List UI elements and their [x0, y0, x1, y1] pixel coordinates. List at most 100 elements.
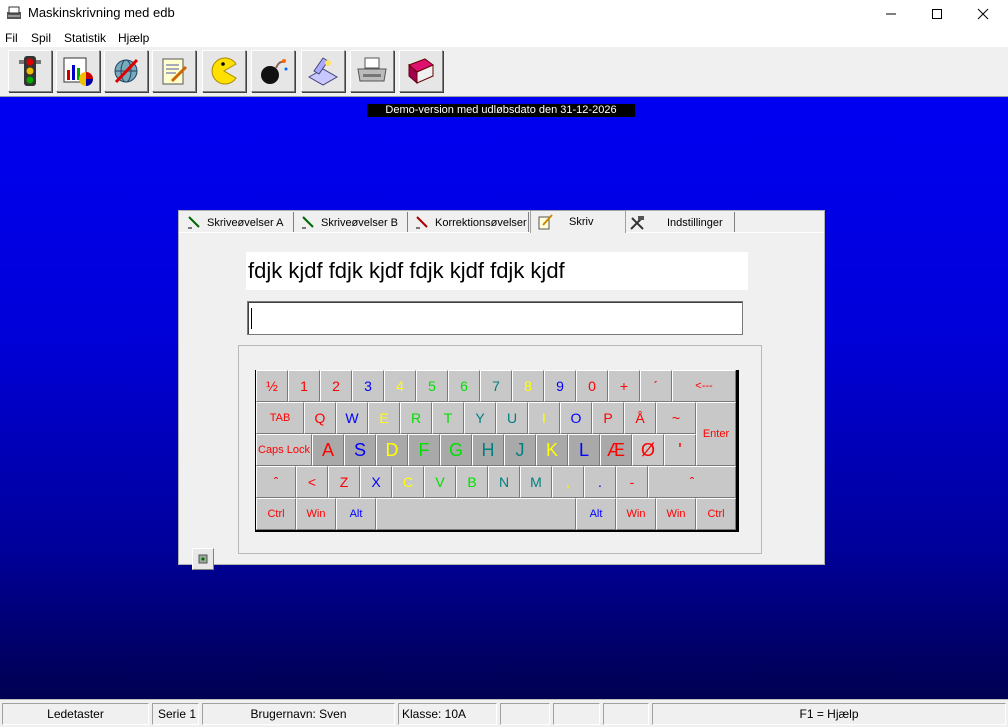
toolbar — [0, 47, 1008, 97]
key-n[interactable]: N — [488, 466, 520, 498]
key-å[interactable]: Å — [624, 402, 656, 434]
key-e[interactable]: E — [368, 402, 400, 434]
key-<---[interactable]: <--- — [672, 370, 736, 402]
tab-indstillinger[interactable]: Indstillinger — [626, 212, 735, 232]
key-caps-lock[interactable]: Caps Lock — [256, 434, 312, 466]
key-win[interactable]: Win — [296, 498, 336, 530]
key--[interactable]: - — [616, 466, 648, 498]
key-4[interactable]: 4 — [384, 370, 416, 402]
key-+[interactable]: + — [608, 370, 640, 402]
key-ctrl[interactable]: Ctrl — [696, 498, 736, 530]
status-help-hint: F1 = Hjælp — [652, 703, 1006, 725]
pen-icon — [302, 216, 314, 229]
key-y[interactable]: Y — [464, 402, 496, 434]
status-series: Serie 1 — [152, 703, 199, 725]
key-k[interactable]: K — [536, 434, 568, 466]
key-win[interactable]: Win — [616, 498, 656, 530]
key-x[interactable]: X — [360, 466, 392, 498]
key-v[interactable]: V — [424, 466, 456, 498]
key-ctrl[interactable]: Ctrl — [256, 498, 296, 530]
key-w[interactable]: W — [336, 402, 368, 434]
key-a[interactable]: A — [312, 434, 344, 466]
tab-label: Skriveøvelser B — [321, 217, 399, 229]
close-button[interactable] — [960, 0, 1006, 27]
key-alt[interactable]: Alt — [336, 498, 376, 530]
bomb-icon — [261, 59, 288, 84]
key-´[interactable]: ´ — [640, 370, 672, 402]
key-i[interactable]: I — [528, 402, 560, 434]
bomb-game-button[interactable] — [251, 50, 295, 92]
key-ˆ[interactable]: ˆ — [648, 466, 736, 498]
key-,[interactable]: , — [552, 466, 584, 498]
key-ˆ[interactable]: ˆ — [256, 466, 296, 498]
document-edit-button[interactable] — [152, 50, 196, 92]
key-2[interactable]: 2 — [320, 370, 352, 402]
typing-input[interactable] — [247, 301, 743, 335]
key-tab[interactable]: TAB — [256, 402, 304, 434]
key-b[interactable]: B — [456, 466, 488, 498]
key-g[interactable]: G — [440, 434, 472, 466]
key-p[interactable]: P — [592, 402, 624, 434]
key-5[interactable]: 5 — [416, 370, 448, 402]
exercise-prompt-text: fdjk kjdf fdjk kjdf fdjk kjdf fdjk kjdf — [246, 252, 748, 290]
menu-file[interactable]: Fil — [5, 31, 18, 45]
demo-banner: Demo-version med udløbsdato den 31-12-20… — [367, 104, 635, 117]
traffic-light-button[interactable] — [8, 50, 52, 92]
tab-skriveovelser-b[interactable]: Skriveøvelser B — [295, 212, 408, 232]
close-icon — [977, 8, 989, 19]
key-.[interactable]: . — [584, 466, 616, 498]
key-<[interactable]: < — [296, 466, 328, 498]
globe-button[interactable] — [104, 50, 148, 92]
text-caret — [251, 308, 252, 329]
key-3[interactable]: 3 — [352, 370, 384, 402]
menu-statistics[interactable]: Statistik — [64, 31, 106, 45]
tab-skriveovelser-a[interactable]: Skriveøvelser A — [181, 212, 294, 232]
key-1[interactable]: 1 — [288, 370, 320, 402]
pacman-game-button[interactable] — [202, 50, 246, 92]
scanner-button[interactable] — [301, 50, 345, 92]
key-q[interactable]: Q — [304, 402, 336, 434]
key-alt[interactable]: Alt — [576, 498, 616, 530]
key-l[interactable]: L — [568, 434, 600, 466]
key-~[interactable]: ~ — [656, 402, 696, 434]
key-r[interactable]: R — [400, 402, 432, 434]
status-username: Brugernavn: Sven — [202, 703, 395, 725]
menu-help[interactable]: Hjælp — [118, 31, 149, 45]
key-m[interactable]: M — [520, 466, 552, 498]
key-win[interactable]: Win — [656, 498, 696, 530]
skriv-tab-content: fdjk kjdf fdjk kjdf fdjk kjdf fdjk kjdf … — [179, 232, 824, 570]
printer-button[interactable] — [350, 50, 394, 92]
minimize-icon — [886, 13, 896, 14]
key-æ[interactable]: Æ — [600, 434, 632, 466]
menu-bar: Fil Spil Statistik Hjælp — [0, 27, 1008, 47]
key-enter[interactable]: Enter — [696, 402, 736, 466]
key-space[interactable] — [376, 498, 576, 530]
tab-korrektionsovelser[interactable]: Korrektionsøvelser — [409, 212, 529, 232]
minimize-button[interactable] — [868, 0, 914, 27]
maximize-button[interactable] — [914, 0, 960, 27]
status-exercise-type: Ledetaster — [2, 703, 149, 725]
key-c[interactable]: C — [392, 466, 424, 498]
key-½[interactable]: ½ — [256, 370, 288, 402]
key-6[interactable]: 6 — [448, 370, 480, 402]
tab-skriv[interactable]: Skriv — [530, 210, 626, 233]
key-f[interactable]: F — [408, 434, 440, 466]
key-7[interactable]: 7 — [480, 370, 512, 402]
key-0[interactable]: 0 — [576, 370, 608, 402]
menu-game[interactable]: Spil — [31, 31, 51, 45]
key-z[interactable]: Z — [328, 466, 360, 498]
key-o[interactable]: O — [560, 402, 592, 434]
key-ø[interactable]: Ø — [632, 434, 664, 466]
key-'[interactable]: ' — [664, 434, 696, 466]
key-8[interactable]: 8 — [512, 370, 544, 402]
key-9[interactable]: 9 — [544, 370, 576, 402]
key-h[interactable]: H — [472, 434, 504, 466]
key-u[interactable]: U — [496, 402, 528, 434]
expand-button[interactable] — [192, 548, 214, 570]
key-j[interactable]: J — [504, 434, 536, 466]
key-d[interactable]: D — [376, 434, 408, 466]
key-s[interactable]: S — [344, 434, 376, 466]
statistics-button[interactable] — [56, 50, 100, 92]
book-button[interactable] — [399, 50, 443, 92]
key-t[interactable]: T — [432, 402, 464, 434]
